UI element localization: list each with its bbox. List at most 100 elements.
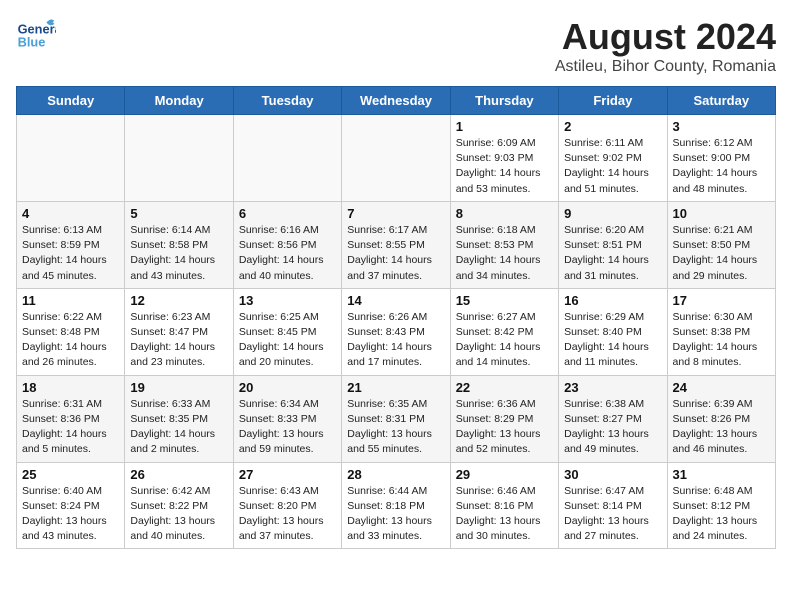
day-number: 30: [564, 467, 661, 482]
calendar-cell: 18Sunrise: 6:31 AM Sunset: 8:36 PM Dayli…: [17, 375, 125, 462]
day-info: Sunrise: 6:44 AM Sunset: 8:18 PM Dayligh…: [347, 484, 444, 545]
day-of-week-wednesday: Wednesday: [342, 87, 450, 115]
day-number: 11: [22, 293, 119, 308]
calendar-cell: 10Sunrise: 6:21 AM Sunset: 8:50 PM Dayli…: [667, 201, 775, 288]
day-of-week-tuesday: Tuesday: [233, 87, 341, 115]
day-info: Sunrise: 6:33 AM Sunset: 8:35 PM Dayligh…: [130, 397, 227, 458]
calendar-week-2: 4 Sunrise: 6:13 AM Sunset: 8:59 PM Daylig…: [17, 201, 776, 288]
calendar-week-4: 18Sunrise: 6:31 AM Sunset: 8:36 PM Dayli…: [17, 375, 776, 462]
page-title: August 2024: [555, 16, 776, 58]
calendar-cell: 5 Sunrise: 6:14 AM Sunset: 8:58 PM Daylig…: [125, 201, 233, 288]
day-info: Sunrise: 6:26 AM Sunset: 8:43 PM Dayligh…: [347, 310, 444, 371]
day-number: 26: [130, 467, 227, 482]
day-number: 7: [347, 206, 444, 221]
day-info: Sunrise: 6:17 AM Sunset: 8:55 PM Dayligh…: [347, 223, 444, 284]
calendar-cell: 28 Sunrise: 6:44 AM Sunset: 8:18 PM Dayli…: [342, 462, 450, 549]
calendar-cell: 12 Sunrise: 6:23 AM Sunset: 8:47 PM Dayli…: [125, 288, 233, 375]
day-info: Sunrise: 6:20 AM Sunset: 8:51 PM Dayligh…: [564, 223, 661, 284]
calendar-cell: [17, 115, 125, 202]
day-info: Sunrise: 6:09 AM Sunset: 9:03 PM Dayligh…: [456, 136, 553, 197]
day-of-week-thursday: Thursday: [450, 87, 558, 115]
day-info: Sunrise: 6:16 AM Sunset: 8:56 PM Dayligh…: [239, 223, 336, 284]
calendar-cell: 19Sunrise: 6:33 AM Sunset: 8:35 PM Dayli…: [125, 375, 233, 462]
day-number: 5: [130, 206, 227, 221]
svg-text:Blue: Blue: [18, 34, 46, 49]
calendar-cell: 14 Sunrise: 6:26 AM Sunset: 8:43 PM Dayli…: [342, 288, 450, 375]
day-number: 25: [22, 467, 119, 482]
day-info: Sunrise: 6:38 AM Sunset: 8:27 PM Dayligh…: [564, 397, 661, 458]
day-info: Sunrise: 6:13 AM Sunset: 8:59 PM Dayligh…: [22, 223, 119, 284]
calendar-cell: 3 Sunrise: 6:12 AM Sunset: 9:00 PM Daylig…: [667, 115, 775, 202]
day-number: 23: [564, 380, 661, 395]
calendar-cell: 31 Sunrise: 6:48 AM Sunset: 8:12 PM Dayli…: [667, 462, 775, 549]
day-info: Sunrise: 6:47 AM Sunset: 8:14 PM Dayligh…: [564, 484, 661, 545]
calendar-week-5: 25 Sunrise: 6:40 AM Sunset: 8:24 PM Dayli…: [17, 462, 776, 549]
day-info: Sunrise: 6:31 AM Sunset: 8:36 PM Dayligh…: [22, 397, 119, 458]
calendar-cell: [125, 115, 233, 202]
day-info: Sunrise: 6:29 AM Sunset: 8:40 PM Dayligh…: [564, 310, 661, 371]
day-info: Sunrise: 6:35 AM Sunset: 8:31 PM Dayligh…: [347, 397, 444, 458]
calendar-cell: 13Sunrise: 6:25 AM Sunset: 8:45 PM Dayli…: [233, 288, 341, 375]
day-info: Sunrise: 6:27 AM Sunset: 8:42 PM Dayligh…: [456, 310, 553, 371]
calendar-cell: 16 Sunrise: 6:29 AM Sunset: 8:40 PM Dayli…: [559, 288, 667, 375]
calendar-cell: 21 Sunrise: 6:35 AM Sunset: 8:31 PM Dayli…: [342, 375, 450, 462]
day-info: Sunrise: 6:39 AM Sunset: 8:26 PM Dayligh…: [673, 397, 770, 458]
day-info: Sunrise: 6:34 AM Sunset: 8:33 PM Dayligh…: [239, 397, 336, 458]
day-number: 1: [456, 119, 553, 134]
calendar-cell: 23 Sunrise: 6:38 AM Sunset: 8:27 PM Dayli…: [559, 375, 667, 462]
calendar-cell: 30 Sunrise: 6:47 AM Sunset: 8:14 PM Dayli…: [559, 462, 667, 549]
calendar-cell: 25 Sunrise: 6:40 AM Sunset: 8:24 PM Dayli…: [17, 462, 125, 549]
calendar-cell: 6 Sunrise: 6:16 AM Sunset: 8:56 PM Daylig…: [233, 201, 341, 288]
calendar-cell: 20 Sunrise: 6:34 AM Sunset: 8:33 PM Dayli…: [233, 375, 341, 462]
calendar-header-row: SundayMondayTuesdayWednesdayThursdayFrid…: [17, 87, 776, 115]
calendar-cell: 15 Sunrise: 6:27 AM Sunset: 8:42 PM Dayli…: [450, 288, 558, 375]
day-number: 20: [239, 380, 336, 395]
day-number: 27: [239, 467, 336, 482]
day-info: Sunrise: 6:14 AM Sunset: 8:58 PM Dayligh…: [130, 223, 227, 284]
day-info: Sunrise: 6:36 AM Sunset: 8:29 PM Dayligh…: [456, 397, 553, 458]
day-number: 24: [673, 380, 770, 395]
calendar-cell: 26 Sunrise: 6:42 AM Sunset: 8:22 PM Dayli…: [125, 462, 233, 549]
day-of-week-saturday: Saturday: [667, 87, 775, 115]
day-number: 14: [347, 293, 444, 308]
day-number: 8: [456, 206, 553, 221]
day-of-week-friday: Friday: [559, 87, 667, 115]
day-number: 16: [564, 293, 661, 308]
page-header: General Blue August 2024 Astileu, Bihor …: [16, 16, 776, 76]
calendar-cell: 29Sunrise: 6:46 AM Sunset: 8:16 PM Dayli…: [450, 462, 558, 549]
day-number: 12: [130, 293, 227, 308]
calendar-cell: 17Sunrise: 6:30 AM Sunset: 8:38 PM Dayli…: [667, 288, 775, 375]
calendar-cell: 1 Sunrise: 6:09 AM Sunset: 9:03 PM Daylig…: [450, 115, 558, 202]
title-block: August 2024 Astileu, Bihor County, Roman…: [555, 16, 776, 76]
calendar-cell: 22 Sunrise: 6:36 AM Sunset: 8:29 PM Dayli…: [450, 375, 558, 462]
calendar-week-3: 11 Sunrise: 6:22 AM Sunset: 8:48 PM Dayli…: [17, 288, 776, 375]
day-info: Sunrise: 6:22 AM Sunset: 8:48 PM Dayligh…: [22, 310, 119, 371]
logo: General Blue: [16, 16, 56, 52]
day-of-week-monday: Monday: [125, 87, 233, 115]
calendar-cell: 11 Sunrise: 6:22 AM Sunset: 8:48 PM Dayli…: [17, 288, 125, 375]
day-number: 29: [456, 467, 553, 482]
day-info: Sunrise: 6:18 AM Sunset: 8:53 PM Dayligh…: [456, 223, 553, 284]
calendar-cell: 24 Sunrise: 6:39 AM Sunset: 8:26 PM Dayli…: [667, 375, 775, 462]
day-info: Sunrise: 6:23 AM Sunset: 8:47 PM Dayligh…: [130, 310, 227, 371]
day-number: 17: [673, 293, 770, 308]
calendar-week-1: 1 Sunrise: 6:09 AM Sunset: 9:03 PM Daylig…: [17, 115, 776, 202]
day-number: 31: [673, 467, 770, 482]
day-info: Sunrise: 6:40 AM Sunset: 8:24 PM Dayligh…: [22, 484, 119, 545]
day-info: Sunrise: 6:48 AM Sunset: 8:12 PM Dayligh…: [673, 484, 770, 545]
calendar-table: SundayMondayTuesdayWednesdayThursdayFrid…: [16, 86, 776, 549]
calendar-cell: 27Sunrise: 6:43 AM Sunset: 8:20 PM Dayli…: [233, 462, 341, 549]
day-number: 21: [347, 380, 444, 395]
day-number: 15: [456, 293, 553, 308]
calendar-cell: [342, 115, 450, 202]
day-number: 6: [239, 206, 336, 221]
day-info: Sunrise: 6:12 AM Sunset: 9:00 PM Dayligh…: [673, 136, 770, 197]
day-info: Sunrise: 6:25 AM Sunset: 8:45 PM Dayligh…: [239, 310, 336, 371]
page-subtitle: Astileu, Bihor County, Romania: [555, 58, 776, 76]
day-number: 28: [347, 467, 444, 482]
day-info: Sunrise: 6:42 AM Sunset: 8:22 PM Dayligh…: [130, 484, 227, 545]
day-number: 22: [456, 380, 553, 395]
calendar-cell: 8 Sunrise: 6:18 AM Sunset: 8:53 PM Daylig…: [450, 201, 558, 288]
day-number: 3: [673, 119, 770, 134]
day-number: 4: [22, 206, 119, 221]
